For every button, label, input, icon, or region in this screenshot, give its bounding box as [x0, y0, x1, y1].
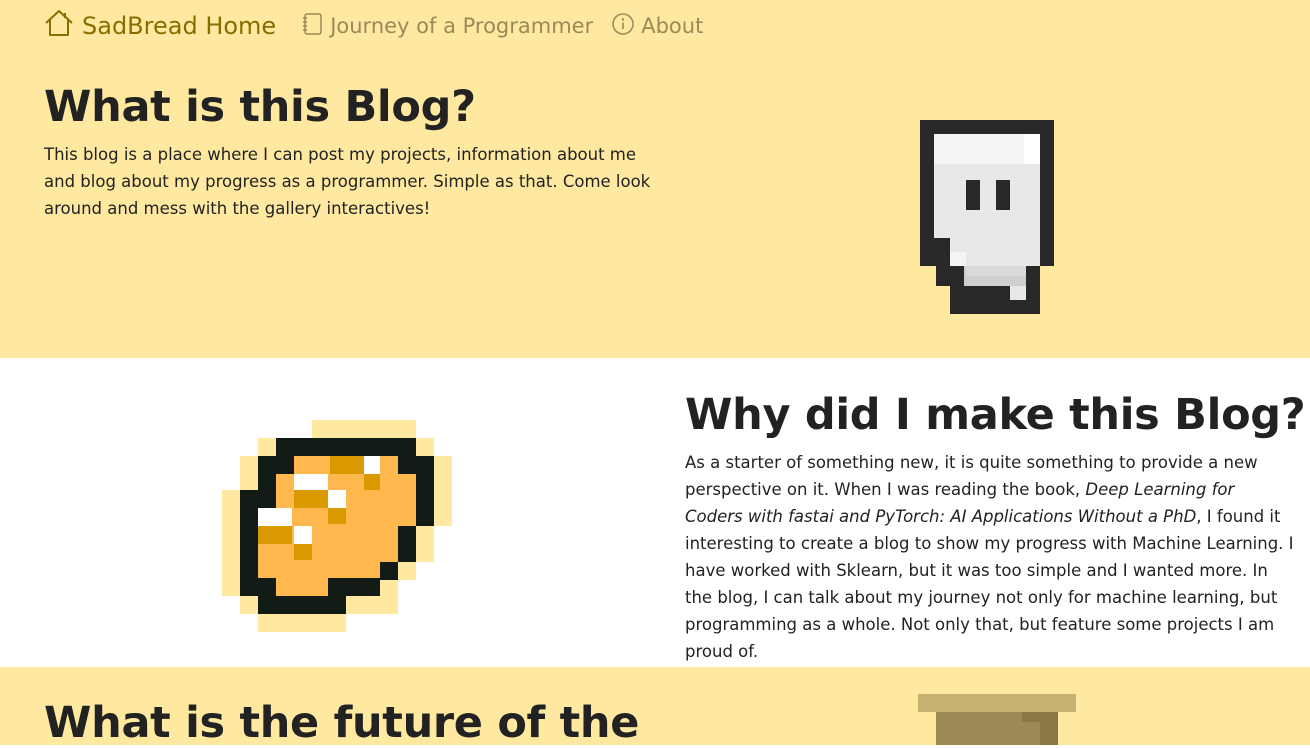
section-1-title: What is this Blog?	[44, 82, 476, 132]
section-2-title: Why did I make this Blog?	[685, 390, 1306, 440]
nav-journey-label: Journey of a Programmer	[330, 14, 594, 38]
nav-about-label: About	[641, 14, 704, 38]
section-1-text: This blog is a place where I can post my…	[44, 145, 651, 218]
pixel-ghost-image	[920, 120, 1054, 314]
nav-home-label: SadBread Home	[82, 12, 277, 40]
top-nav: SadBread Home Journey of a Programmer Ab…	[44, 10, 721, 40]
home-icon	[45, 10, 73, 36]
section-2-text: As a starter of something new, it is qui…	[685, 449, 1297, 665]
nav-about-link[interactable]: About	[611, 13, 704, 38]
nav-journey-link[interactable]: Journey of a Programmer	[300, 13, 594, 38]
section-2-text-after: , I found it interesting to create a blo…	[685, 507, 1294, 661]
info-icon	[612, 13, 634, 35]
pixel-box-image	[918, 694, 1076, 745]
pixel-bread-image	[222, 420, 452, 632]
notebook-icon	[303, 13, 322, 35]
nav-home-link[interactable]: SadBread Home	[44, 10, 277, 40]
section-3-title: What is the future of the	[44, 698, 640, 748]
